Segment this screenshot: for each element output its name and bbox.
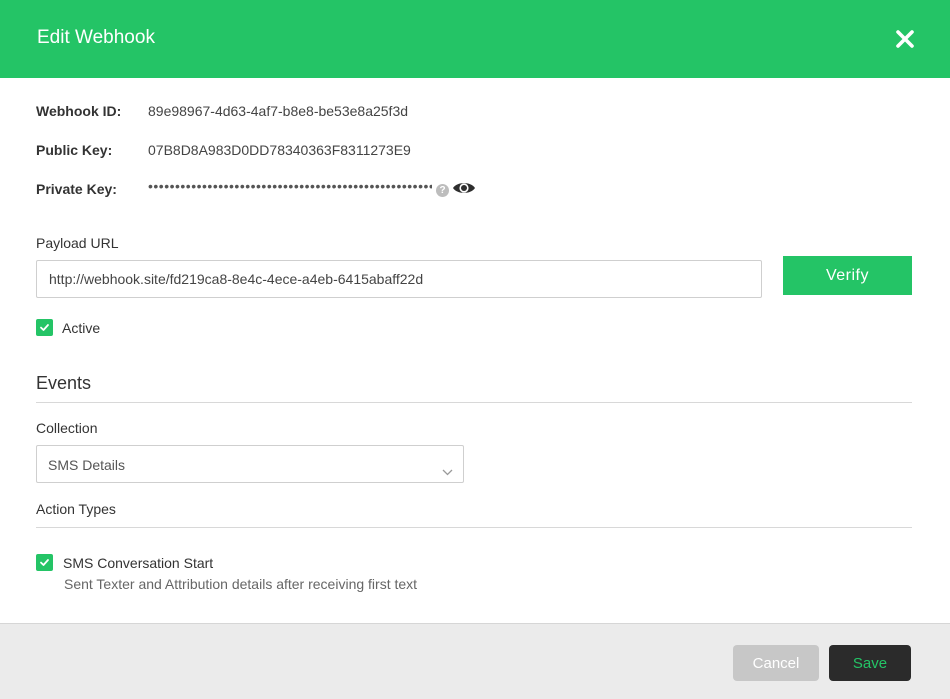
webhook-id-label: Webhook ID:: [36, 103, 122, 119]
payload-url-label: Payload URL: [36, 235, 119, 251]
collection-selected-value: SMS Details: [48, 457, 126, 473]
sms-conversation-start-description: Sent Texter and Attribution details afte…: [64, 576, 418, 592]
private-key-label: Private Key:: [36, 181, 117, 197]
public-key-value: 07B8D8A983D0DD78340363F8311273E9: [148, 142, 411, 158]
save-button[interactable]: Save: [829, 645, 911, 681]
chevron-down-icon: [442, 463, 453, 476]
dialog-footer: Cancel Save: [0, 623, 950, 699]
verify-button[interactable]: Verify: [783, 256, 912, 295]
cancel-button[interactable]: Cancel: [733, 645, 819, 681]
payload-url-input[interactable]: [36, 260, 762, 298]
dialog-title: Edit Webhook: [37, 27, 155, 48]
events-heading: Events: [36, 373, 92, 393]
action-types-divider: [36, 527, 912, 528]
active-checkbox[interactable]: [36, 319, 53, 336]
close-icon[interactable]: [893, 27, 917, 51]
private-key-masked-value: ••••••••••••••••••••••••••••••••••••••••…: [148, 178, 432, 194]
active-label: Active: [62, 320, 101, 336]
public-key-label: Public Key:: [36, 142, 113, 158]
sms-conversation-start-label: SMS Conversation Start: [63, 555, 214, 571]
webhook-id-value: 89e98967-4d63-4af7-b8e8-be53e8a25f3d: [148, 103, 409, 119]
eye-icon[interactable]: [452, 180, 476, 196]
collection-select[interactable]: SMS Details: [36, 445, 464, 483]
question-icon[interactable]: ?: [436, 184, 449, 197]
collection-label: Collection: [36, 420, 98, 436]
events-divider: [36, 402, 912, 403]
sms-conversation-start-checkbox[interactable]: [36, 554, 53, 571]
dialog-header: Edit Webhook: [0, 0, 950, 78]
action-types-label: Action Types: [36, 501, 116, 517]
